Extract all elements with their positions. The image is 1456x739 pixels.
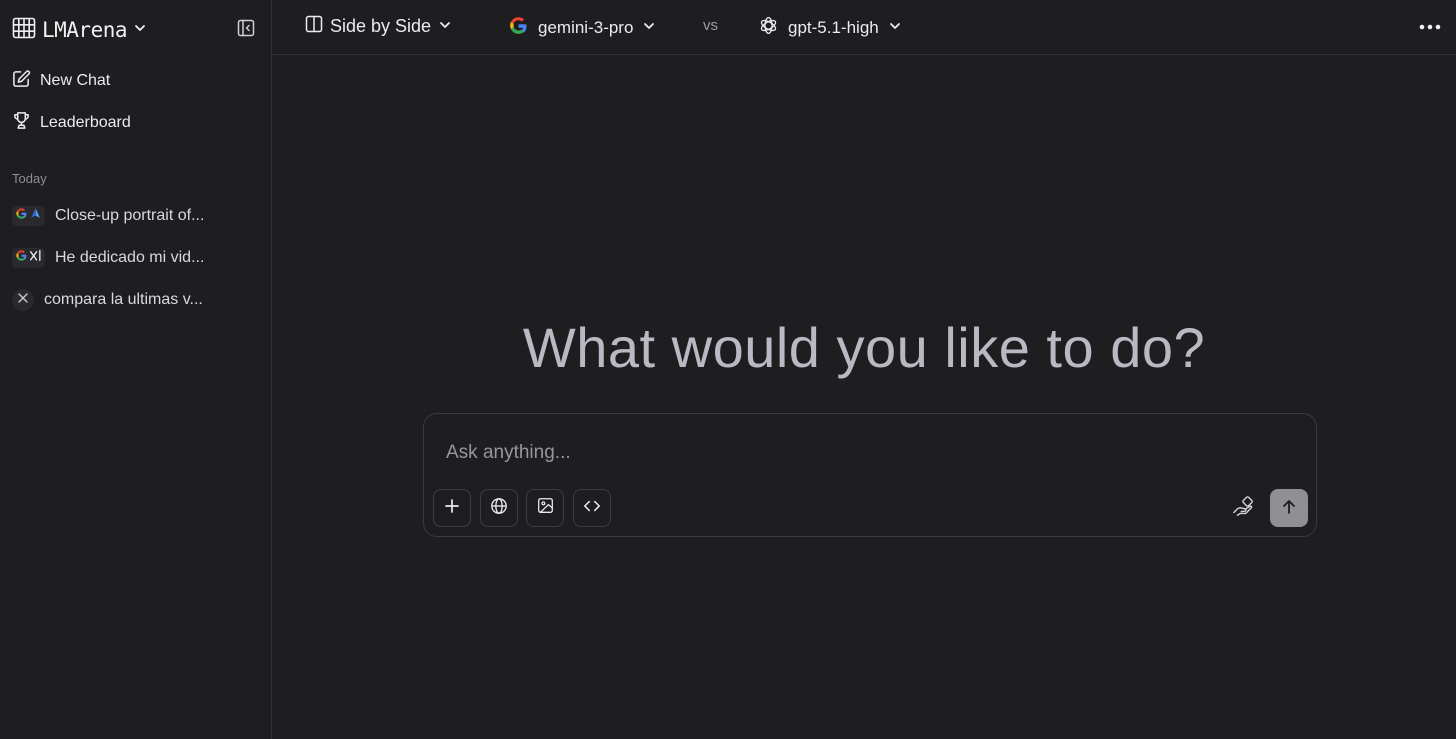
model-b-selector[interactable]: gpt-5.1-high (758, 15, 902, 41)
edit-icon (12, 69, 31, 93)
new-chat-button[interactable]: New Chat (12, 67, 110, 95)
send-button[interactable] (1270, 489, 1308, 527)
model-a-selector[interactable]: gemini-3-pro (508, 15, 656, 41)
brand-name: LMArena (42, 18, 128, 42)
brand-menu[interactable]: LMArena (12, 16, 147, 44)
chevron-down-icon (133, 21, 147, 40)
code-icon (583, 497, 601, 520)
trophy-icon (12, 111, 31, 135)
history-item[interactable]: compara la ultimas v... (12, 287, 260, 313)
new-chat-label: New Chat (40, 72, 111, 89)
hand-coin-icon (1232, 495, 1254, 523)
mode-label: Side by Side (330, 15, 432, 36)
model-badge (12, 289, 34, 311)
collapse-sidebar-button[interactable] (236, 19, 256, 42)
sidebar-collapse-icon (237, 19, 255, 42)
sidebar: LMArena New Chat Leaderboard Today Close… (0, 0, 272, 739)
model-b-label: gpt-5.1-high (788, 18, 879, 37)
google-g-icon (508, 15, 529, 41)
image-icon (537, 497, 554, 519)
history-item-label: compara la ultimas v... (44, 291, 203, 308)
chevron-down-icon (642, 18, 656, 38)
more-horizontal-icon (1419, 17, 1441, 35)
history-item[interactable]: Close-up portrait of... (12, 203, 260, 229)
image-generation-button[interactable] (526, 489, 564, 527)
tip-button[interactable] (1230, 495, 1256, 523)
history-item-label: He dedicado mi vid... (55, 249, 205, 266)
app-root: LMArena New Chat Leaderboard Today Close… (0, 0, 1456, 739)
google-g-icon (15, 249, 28, 267)
history-item-label: Close-up portrait of... (55, 207, 205, 224)
google-g-icon (15, 207, 28, 225)
leaderboard-link[interactable]: Leaderboard (12, 109, 131, 137)
model-a-label: gemini-3-pro (538, 18, 634, 37)
globe-icon (490, 497, 508, 520)
vs-label: vs (703, 17, 718, 34)
section-label-today: Today (12, 171, 47, 186)
history-item[interactable]: He dedicado mi vid... (12, 245, 260, 271)
model-pair-badge (12, 248, 45, 268)
main-panel: Side by Side gemini-3-pro vs gpt-5.1-hig… (272, 0, 1456, 739)
sail-logo-icon (29, 207, 42, 225)
grid-logo-icon (12, 16, 36, 45)
xai-x-icon (17, 291, 29, 309)
web-search-button[interactable] (480, 489, 518, 527)
code-mode-button[interactable] (573, 489, 611, 527)
openai-logo-icon (758, 15, 779, 41)
leaderboard-label: Leaderboard (40, 114, 131, 131)
chevron-down-icon (438, 16, 452, 37)
prompt-input[interactable] (446, 438, 1266, 468)
columns-icon (305, 15, 323, 38)
plus-icon (444, 498, 460, 519)
arrow-up-icon (1281, 499, 1297, 518)
more-options-button[interactable] (1418, 18, 1442, 34)
add-attachment-button[interactable] (433, 489, 471, 527)
mode-selector[interactable]: Side by Side (305, 14, 452, 38)
chevron-down-icon (888, 18, 902, 38)
xai-logo-icon (29, 249, 42, 267)
topbar: Side by Side gemini-3-pro vs gpt-5.1-hig… (272, 0, 1456, 55)
model-pair-badge (12, 206, 45, 226)
page-headline: What would you like to do? (522, 316, 1206, 379)
chat-composer (423, 413, 1317, 537)
